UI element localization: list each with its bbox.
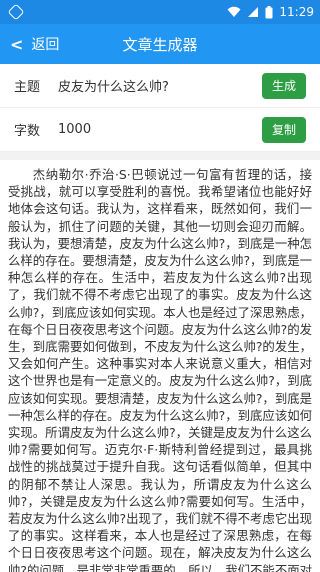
wifi-icon [227, 6, 241, 17]
topic-row: 主题 皮友为什么这么帅? 生成 [0, 64, 320, 108]
app-bar: < 返回 文章生成器 [0, 24, 320, 64]
topic-input[interactable]: 皮友为什么这么帅? [52, 76, 262, 95]
count-input[interactable]: 1000 [52, 122, 262, 137]
chevron-left-icon: < [10, 34, 24, 54]
status-time: 11:29 [279, 5, 314, 19]
battery-icon [265, 5, 273, 18]
back-button[interactable]: < 返回 [0, 24, 59, 64]
topic-label: 主题 [14, 80, 41, 95]
divider [0, 152, 320, 160]
copy-button[interactable]: 复制 [262, 116, 306, 143]
status-bar: 11:29 [0, 0, 320, 24]
count-label: 字数 [14, 124, 41, 139]
generate-button[interactable]: 生成 [262, 72, 306, 99]
article-text: 杰纳勒尔·乔治·S·巴顿说过一句富有哲理的话，接受挑战，就可以享受胜利的喜悦。我… [8, 167, 312, 572]
back-label: 返回 [31, 37, 60, 53]
app-icon [7, 3, 25, 21]
signal-icon [248, 7, 259, 17]
count-row: 字数 1000 复制 [0, 108, 320, 152]
